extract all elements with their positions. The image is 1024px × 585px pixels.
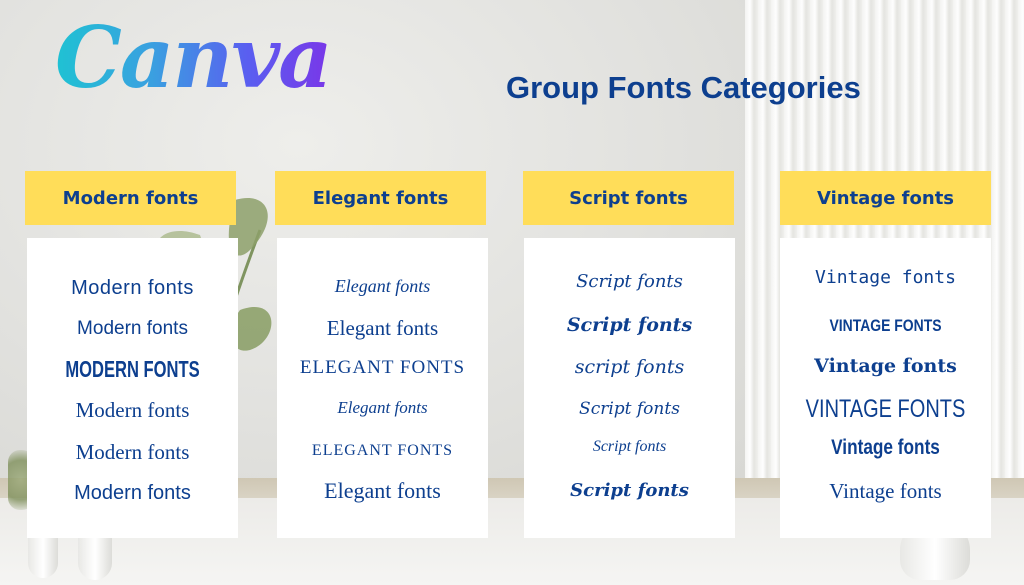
font-sample: Elegant fonts [299,357,466,378]
font-sample: Vintage fonts [815,267,956,288]
vase-illustration [78,538,112,580]
font-sample: Modern fonts [75,398,190,422]
font-sample: Script fonts [566,314,693,336]
category-card-vintage: Vintage fonts VINTAGE FONTS Vintage font… [780,238,991,538]
category-card-modern: Modern fonts Modern fonts MODERN FONTS M… [27,238,238,538]
category-card-script: Script fonts Script fonts script fonts S… [524,238,735,538]
vase-illustration [28,538,58,578]
font-sample: Elegant fonts [337,398,428,417]
font-sample: Vintage fonts [829,479,942,503]
font-sample: Vintage fonts [831,436,940,459]
category-header-script: Script fonts [523,171,734,225]
font-sample: Script fonts [592,438,667,455]
font-sample: VINTAGE FONTS [829,316,942,335]
font-sample: Elegant fonts [334,276,431,296]
font-sample: MODERN FONTS [65,356,200,382]
font-sample: Elegant fonts [326,316,439,340]
font-sample: Script fonts [576,271,683,292]
font-sample: Elegant fonts [324,478,441,503]
font-sample: Elegant fonts [311,442,454,459]
font-sample: Modern fonts [75,440,190,464]
category-header-vintage: Vintage fonts [780,171,991,225]
font-sample: VINTAGE FONTS [805,395,966,423]
font-sample: Script fonts [579,399,680,419]
font-sample: Modern fonts [71,277,194,299]
font-sample: Modern fonts [77,318,188,339]
font-sample: Vintage fonts [814,355,957,377]
font-sample: Script fonts [570,480,689,501]
category-header-elegant: Elegant fonts [275,171,486,225]
page-title: Group Fonts Categories [506,70,861,105]
category-header-modern: Modern fonts [25,171,236,225]
canva-logo: Canva [55,8,333,107]
font-sample: script fonts [574,356,685,378]
category-card-elegant: Elegant fonts Elegant fonts Elegant font… [277,238,488,538]
font-sample: Modern fonts [74,482,191,504]
